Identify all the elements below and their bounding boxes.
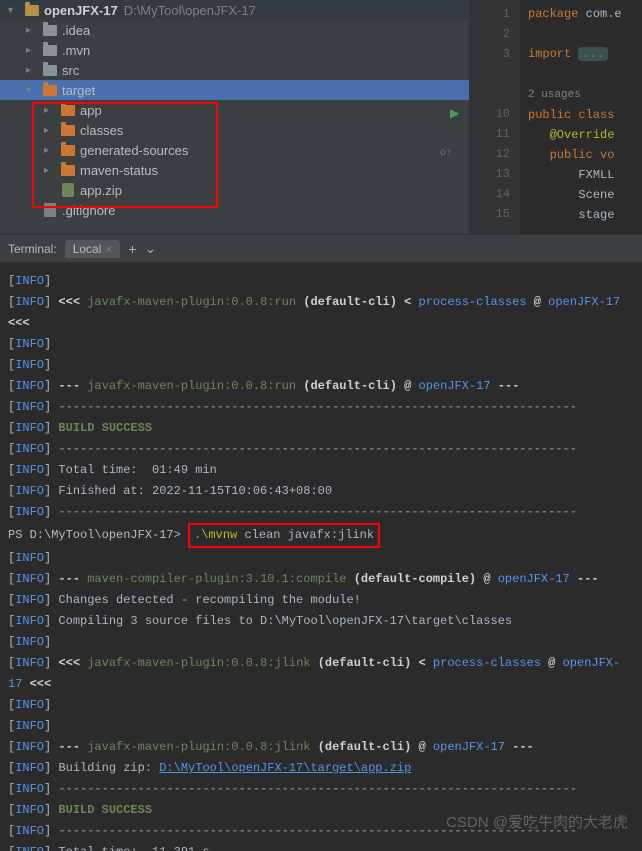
- terminal-line: [INFO]: [8, 271, 634, 292]
- folder-or-icon: [60, 162, 76, 178]
- gutter-line: 11: [470, 124, 510, 144]
- terminal-line: [INFO] ---------------------------------…: [8, 779, 634, 800]
- code-line[interactable]: [528, 64, 622, 84]
- tree-item-app-zip[interactable]: app.zip: [0, 180, 469, 200]
- chevron-icon[interactable]: [26, 65, 38, 76]
- terminal-line: [INFO]: [8, 548, 634, 569]
- chevron-icon[interactable]: [44, 145, 56, 156]
- gutter-line: [470, 84, 510, 104]
- gutter-line: 10: [470, 104, 510, 124]
- code-line[interactable]: @Override: [528, 125, 622, 145]
- folder-icon: [24, 2, 40, 18]
- terminal-line: [INFO] Building zip: D:\MyTool\openJFX-1…: [8, 758, 634, 779]
- tree-root[interactable]: openJFX-17D:\MyTool\openJFX-17: [0, 0, 469, 20]
- folder-or-icon: [60, 102, 76, 118]
- gutter-line: 12: [470, 144, 510, 164]
- terminal-line: [INFO] ---------------------------------…: [8, 439, 634, 460]
- gutter-line: 13: [470, 164, 510, 184]
- code-line[interactable]: stage: [528, 205, 622, 225]
- code-line[interactable]: Scene: [528, 185, 622, 205]
- gutter-line: 1: [470, 4, 510, 24]
- gutter: 123101112131415: [470, 0, 520, 234]
- project-tree[interactable]: openJFX-17D:\MyTool\openJFX-17.idea.mvns…: [0, 0, 470, 234]
- tree-item-target[interactable]: target: [0, 80, 469, 100]
- terminal-line: [INFO]: [8, 716, 634, 737]
- gutter-line: 15: [470, 204, 510, 224]
- folder-or-icon: [60, 142, 76, 158]
- terminal-line: [INFO]: [8, 334, 634, 355]
- terminal-line: [INFO] --- maven-compiler-plugin:3.10.1:…: [8, 569, 634, 590]
- terminal-line: [INFO] <<< javafx-maven-plugin:0.0.8:run…: [8, 292, 634, 334]
- terminal-line: [INFO]: [8, 632, 634, 653]
- tree-item--mvn[interactable]: .mvn: [0, 40, 469, 60]
- code-area[interactable]: package com.e import ... 2 usagespublic …: [520, 0, 622, 234]
- chevron-icon[interactable]: [44, 105, 56, 116]
- tree-item-app[interactable]: app: [0, 100, 469, 120]
- gutter-line: [470, 64, 510, 84]
- terminal-line: [INFO] BUILD SUCCESS: [8, 418, 634, 439]
- terminal-line: [INFO] Finished at: 2022-11-15T10:06:43+…: [8, 481, 634, 502]
- gutter-line: 3: [470, 44, 510, 64]
- code-line[interactable]: package com.e: [528, 4, 622, 24]
- watermark: CSDN @爱吃牛肉的大老虎: [446, 811, 628, 832]
- editor[interactable]: 123101112131415 package com.e import ...…: [470, 0, 642, 234]
- terminal-line: [INFO] Total time: 01:49 min: [8, 460, 634, 481]
- folder-or-icon: [60, 122, 76, 138]
- chevron-icon[interactable]: [44, 165, 56, 176]
- code-line[interactable]: public class: [528, 105, 622, 125]
- folder-dk-icon: [42, 42, 58, 58]
- tree-item-classes[interactable]: classes: [0, 120, 469, 140]
- chevron-down-icon[interactable]: [8, 5, 20, 16]
- tree-item-src[interactable]: src: [0, 60, 469, 80]
- chevron-icon[interactable]: [26, 25, 38, 36]
- terminal-line: [INFO] --- javafx-maven-plugin:0.0.8:jli…: [8, 737, 634, 758]
- terminal-line: PS D:\MyTool\openJFX-17> .\mvnw clean ja…: [8, 523, 634, 548]
- code-line[interactable]: FXMLL: [528, 165, 622, 185]
- zip-i-icon: [60, 182, 76, 198]
- terminal-line: [INFO] --- javafx-maven-plugin:0.0.8:run…: [8, 376, 634, 397]
- tree-item-maven-status[interactable]: maven-status: [0, 160, 469, 180]
- terminal-line: [INFO] Changes detected - recompiling th…: [8, 590, 634, 611]
- file-i-icon: [42, 202, 58, 218]
- terminal-body[interactable]: [INFO][INFO] <<< javafx-maven-plugin:0.0…: [0, 263, 642, 851]
- terminal-line: [INFO] Compiling 3 source files to D:\My…: [8, 611, 634, 632]
- chevron-icon[interactable]: [44, 125, 56, 136]
- terminal-line: [INFO] ---------------------------------…: [8, 502, 634, 523]
- folder-or-icon: [42, 82, 58, 98]
- terminal-tab-label: Local: [73, 242, 102, 256]
- chevron-icon[interactable]: [26, 45, 38, 56]
- terminal-line: [INFO] <<< javafx-maven-plugin:0.0.8:jli…: [8, 653, 634, 695]
- code-line[interactable]: 2 usages: [528, 84, 622, 105]
- gutter-line: 14: [470, 184, 510, 204]
- terminal-line: [INFO]: [8, 355, 634, 376]
- terminal-tab-local[interactable]: Local ×: [65, 240, 121, 258]
- terminal-dropdown-icon[interactable]: ⌄: [145, 240, 157, 257]
- code-line[interactable]: public vo: [528, 145, 622, 165]
- tree-item--gitignore[interactable]: .gitignore: [0, 200, 469, 220]
- terminal-tabs[interactable]: Terminal: Local × + ⌄: [0, 235, 642, 263]
- folder-dk-icon: [42, 62, 58, 78]
- tree-item--idea[interactable]: .idea: [0, 20, 469, 40]
- code-line[interactable]: [528, 24, 622, 44]
- chevron-icon[interactable]: [26, 85, 38, 96]
- terminal-line: [INFO]: [8, 695, 634, 716]
- terminal-line: [INFO] ---------------------------------…: [8, 397, 634, 418]
- terminal-label: Terminal:: [8, 242, 57, 256]
- close-icon[interactable]: ×: [105, 242, 112, 256]
- tree-item-generated-sources[interactable]: generated-sources: [0, 140, 469, 160]
- gutter-line: 2: [470, 24, 510, 44]
- code-line[interactable]: import ...: [528, 44, 622, 64]
- folder-dk-icon: [42, 22, 58, 38]
- add-terminal-button[interactable]: +: [128, 241, 136, 257]
